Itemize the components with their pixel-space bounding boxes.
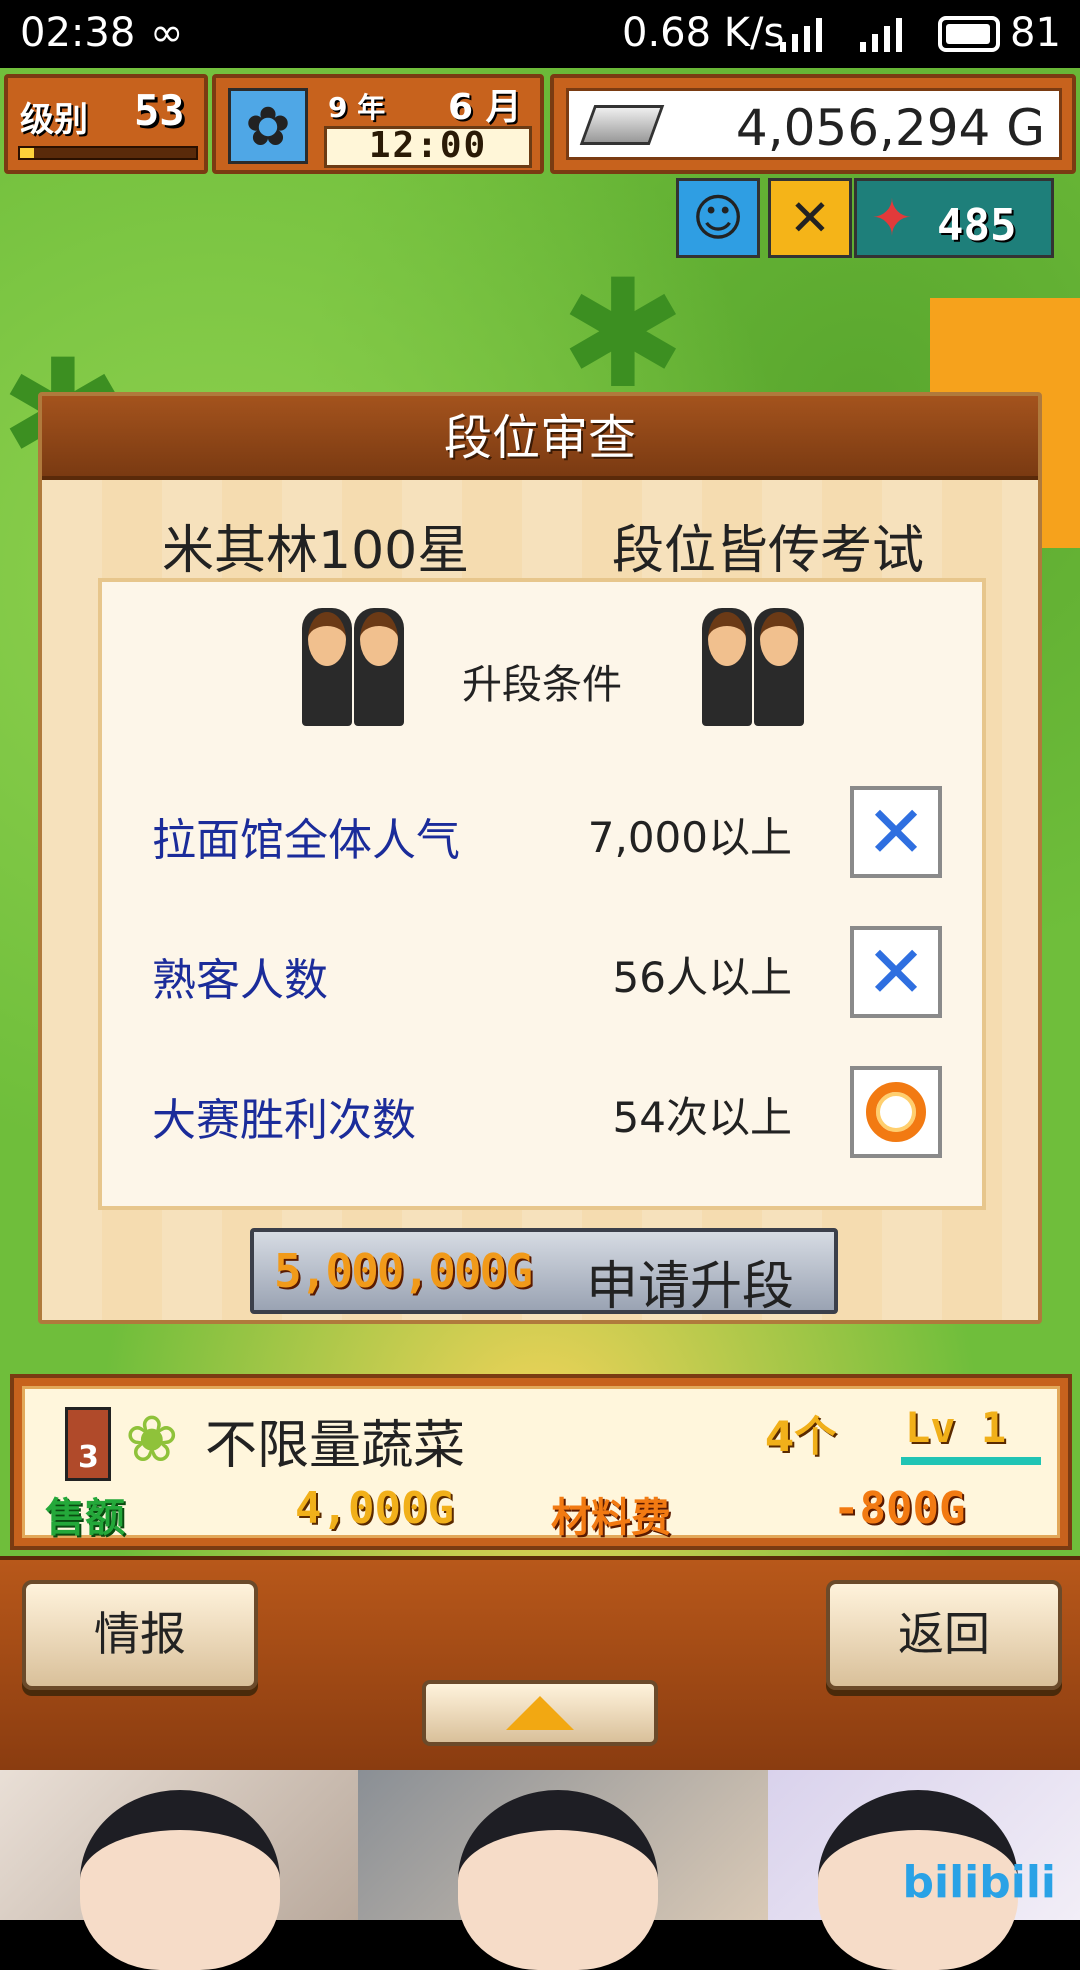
requirement-value: 56人以上 <box>612 953 792 1002</box>
shop-icon: 3 <box>65 1407 111 1481</box>
circle-check-icon <box>850 1066 942 1158</box>
level-label: 级别 <box>20 100 88 140</box>
chef-pair-icon <box>702 608 812 728</box>
battery-icon <box>938 16 1000 52</box>
requirement-row: 拉面馆全体人气 7,000以上 ✕ <box>102 782 982 882</box>
cross-icon: ✕ <box>850 786 942 878</box>
year-label: 9 年 <box>328 91 386 124</box>
cross-icon: ✕ <box>850 926 942 1018</box>
level-progress <box>901 1457 1041 1465</box>
money-value: 4,056,294 G <box>735 99 1045 157</box>
conditions-label: 升段条件 <box>462 662 622 708</box>
battery-level: 81 <box>1010 10 1061 56</box>
dialog-title: 段位审查 <box>42 396 1038 480</box>
date-box: ✿ 9 年 6 月 12:00 <box>212 74 544 174</box>
current-rank: 米其林100星 <box>162 521 470 581</box>
vegetable-icon: ❀ <box>125 1403 179 1477</box>
apply-cost: 5,000,000G <box>274 1244 533 1298</box>
happy-face-icon[interactable]: ☺ <box>676 178 760 258</box>
ad-image <box>358 1770 768 1970</box>
cost-value: -800G <box>833 1483 966 1534</box>
shop-level: 3 <box>78 1440 99 1475</box>
signal-4g-icon <box>860 18 902 52</box>
sales-value: 4,000G <box>295 1483 454 1534</box>
level-value: 53 <box>134 86 185 135</box>
level-box: 级别 53 <box>4 74 208 174</box>
requirement-value: 7,000以上 <box>587 813 792 862</box>
requirement-name: 熟客人数 <box>152 955 328 1006</box>
item-name: 不限量蔬菜 <box>205 1416 466 1476</box>
month-label: 6 月 <box>448 87 522 128</box>
item-quantity: 4个 <box>765 1412 837 1461</box>
clock: 12:00 <box>324 126 532 168</box>
points-value: 485 <box>937 200 1017 251</box>
apply-label: 申请升段 <box>586 1257 795 1317</box>
back-button[interactable]: 返回 <box>826 1580 1062 1690</box>
bilibili-logo: bilibili <box>902 1857 1056 1908</box>
hud-bar: 级别 53 ✿ 9 年 6 月 12:00 4,056,294 G <box>0 68 1080 176</box>
arrow-up-icon <box>506 1696 574 1730</box>
status-bar: 02:38 ∞ 0.68 K/s 81 <box>0 0 1080 68</box>
red-marker-icon: ✦ <box>871 189 913 247</box>
cost-label: 材料费 <box>551 1495 671 1541</box>
level-progress <box>18 146 198 160</box>
rank-review-dialog: 段位审查 米其林100星 段位皆传考试 升段条件 拉面馆全体人气 7,000以上… <box>38 392 1042 1324</box>
requirement-value: 54次以上 <box>612 1093 792 1142</box>
flag-icon[interactable]: ✦ 485 <box>854 178 1054 258</box>
exam-name: 段位皆传考试 <box>612 521 925 581</box>
requirement-row: 熟客人数 56人以上 ✕ <box>102 922 982 1022</box>
item-level: Lv 1 <box>905 1403 1007 1452</box>
ad-banner[interactable]: bilibili <box>0 1770 1080 1970</box>
infinity-icon: ∞ <box>150 10 184 56</box>
fork-knife-icon[interactable]: ✕ <box>768 178 852 258</box>
sunflower-icon: ✿ <box>228 88 308 164</box>
money-box: 4,056,294 G <box>550 74 1076 174</box>
conditions-panel: 升段条件 拉面馆全体人气 7,000以上 ✕ 熟客人数 56人以上 ✕ 大赛胜利… <box>98 578 986 1210</box>
requirement-name: 大赛胜利次数 <box>152 1095 416 1146</box>
signal-icon <box>780 18 822 52</box>
footer-bar: 情报 返回 <box>0 1556 1080 1770</box>
requirement-name: 拉面馆全体人气 <box>152 815 460 866</box>
status-time: 02:38 <box>20 10 136 56</box>
network-speed: 0.68 K/s <box>622 10 785 56</box>
sales-label: 售额 <box>45 1495 125 1541</box>
requirement-row: 大赛胜利次数 54次以上 <box>102 1062 982 1162</box>
ad-image <box>0 1770 358 1970</box>
item-info-bar[interactable]: 3 ❀ 不限量蔬菜 4个 Lv 1 售额 4,000G 材料费 -800G <box>10 1374 1072 1550</box>
expand-up-button[interactable] <box>422 1680 658 1746</box>
info-button[interactable]: 情报 <box>22 1580 258 1690</box>
silver-ingot-icon <box>579 105 665 145</box>
apply-promotion-button[interactable]: 5,000,000G 申请升段 <box>250 1228 838 1317</box>
